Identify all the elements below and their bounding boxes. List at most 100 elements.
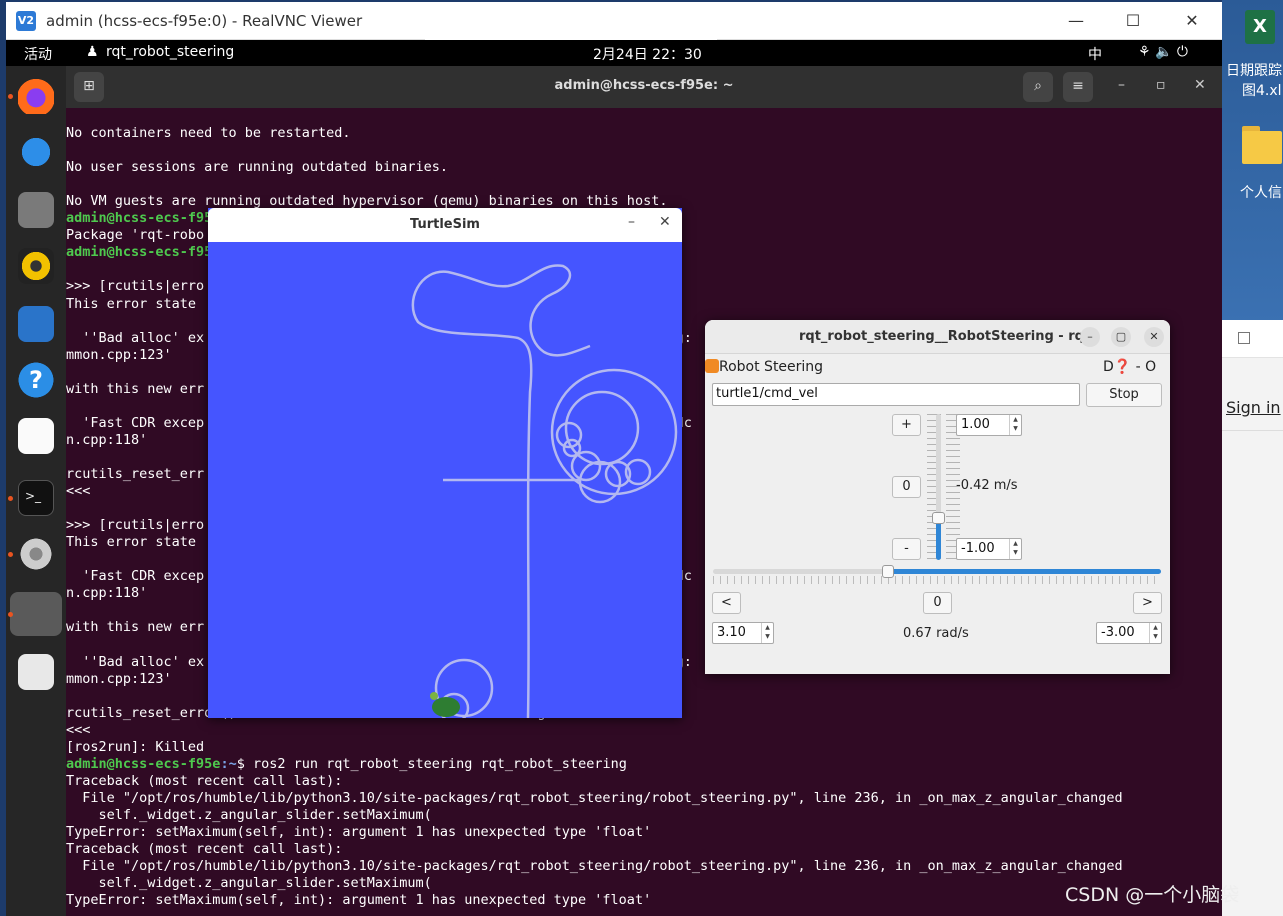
search-icon[interactable]: ⌕ (1023, 72, 1053, 102)
activities-button[interactable]: 活动 (24, 44, 52, 64)
maximize-button[interactable]: ▢ (1111, 327, 1131, 347)
plugin-icon (705, 359, 719, 373)
max-angular-value: 3.10 (717, 625, 746, 640)
background-window-titlebar (1222, 320, 1283, 358)
rqt-app-icon[interactable] (10, 592, 62, 636)
rhythmbox-icon[interactable] (18, 248, 54, 284)
folder-icon[interactable] (1242, 126, 1282, 164)
terminal-line: TypeError: setMaximum(self, int): argume… (66, 892, 652, 909)
minimize-button[interactable]: – (628, 214, 635, 230)
hamburger-menu-icon[interactable]: ≡ (1063, 72, 1093, 102)
linear-velocity-readout: -0.42 m/s (956, 478, 1018, 493)
terminal-line: File "/opt/ros/humble/lib/python3.10/sit… (66, 789, 1123, 806)
terminal-line: admin@hcss-ecs-f95e:~$ ros2 run rqt_robo… (66, 756, 1222, 773)
vnc-title: admin (hcss-ecs-f95e:0) - RealVNC Viewer (46, 12, 363, 30)
gnome-top-bar: 活动 ♟ rqt_robot_steering 2月24日 22：30 中 ⚘ … (6, 40, 1222, 66)
clock[interactable]: 2月24日 22：30 (593, 44, 702, 64)
terminal-line: self._widget.z_angular_slider.setMaximum… (66, 875, 432, 892)
excel-icon[interactable]: X (1245, 10, 1275, 44)
spin-arrows-icon[interactable]: ▲ ▼ (1009, 415, 1021, 435)
angular-slider[interactable] (713, 565, 1161, 578)
turtlesim-canvas (411, 264, 678, 718)
rqt-titlebar[interactable]: rqt_robot_steering__RobotSteering - rqt … (705, 320, 1170, 354)
text-editor-icon[interactable] (18, 418, 54, 454)
reset-linear-button[interactable]: 0 (892, 476, 921, 498)
maximize-icon[interactable] (1238, 332, 1250, 344)
terminal-line: Traceback (most recent call last): (66, 772, 343, 789)
dock: ? >_ (6, 66, 66, 916)
minimize-button[interactable]: – (1080, 327, 1100, 347)
linear-slider-handle[interactable] (932, 511, 945, 524)
plugin-label: Robot Steering (719, 359, 824, 375)
terminal-line: [ros2run]: Killed (66, 738, 205, 755)
linear-slider-fill (936, 517, 941, 560)
close-button[interactable]: ✕ (1144, 327, 1164, 347)
writer-icon[interactable] (18, 306, 54, 342)
firefox-icon[interactable] (18, 78, 54, 114)
app-menu[interactable]: rqt_robot_steering (106, 44, 234, 60)
maximize-button[interactable]: ☐ (1113, 10, 1153, 34)
terminal-line: File "/opt/ros/humble/lib/python3.10/sit… (66, 858, 1123, 875)
sign-in-link[interactable]: Sign in (1226, 398, 1281, 417)
system-tray-icons[interactable]: ⚘ 🔈 ⏻ (1138, 44, 1188, 60)
plugin-controls[interactable]: D❓ - O (1103, 359, 1156, 375)
spin-arrows-icon[interactable]: ▲ ▼ (1009, 539, 1021, 559)
min-linear-value: -1.00 (961, 541, 995, 556)
rqt-title: rqt_robot_steering__RobotSteering - rqt (799, 329, 1091, 344)
help-icon[interactable]: ? (18, 362, 54, 398)
stop-button[interactable]: Stop (1086, 383, 1162, 407)
rqt-window: rqt_robot_steering__RobotSteering - rqt … (705, 320, 1170, 674)
angular-slider-fill (887, 569, 1161, 574)
divider (1222, 430, 1283, 431)
angular-right-button[interactable]: > (1133, 592, 1162, 614)
angular-left-button[interactable]: < (712, 592, 741, 614)
close-button[interactable]: ✕ (1172, 10, 1212, 34)
prompt-path: :~ (220, 755, 237, 772)
folder-label: 个人信 (1240, 185, 1282, 201)
terminal-line: <<< (66, 721, 91, 738)
close-button[interactable]: ✕ (659, 214, 671, 230)
terminal-line: Traceback (most recent call last): (66, 841, 343, 858)
spin-arrows-icon[interactable]: ▲ ▼ (1149, 623, 1161, 643)
excel-label-1: 日期跟踪 (1226, 63, 1282, 79)
terminal-icon[interactable]: >_ (18, 480, 54, 516)
running-indicator (8, 552, 13, 557)
linear-slider[interactable] (932, 414, 945, 560)
terminal-line: self._widget.z_angular_slider.setMaximum… (66, 806, 432, 823)
min-angular-spinbox[interactable]: -3.00 ▲ ▼ (1096, 622, 1162, 644)
terminal-headerbar[interactable]: ⊞ admin@hcss-ecs-f95e: ~ ⌕ ≡ – ▫ ✕ (66, 66, 1222, 108)
settings-icon[interactable] (18, 536, 54, 572)
excel-label-2: 图4.xl (1242, 83, 1282, 99)
shell-command: $ ros2 run rqt_robot_steering rqt_robot_… (236, 755, 627, 772)
max-linear-spinbox[interactable]: 1.00 ▲ ▼ (956, 414, 1022, 436)
minimize-button[interactable]: — (1056, 10, 1096, 34)
trash-icon[interactable] (18, 654, 54, 690)
minimize-icon[interactable]: – (1118, 77, 1125, 93)
files-icon[interactable] (18, 192, 54, 228)
input-method-indicator[interactable]: 中 (1088, 44, 1102, 64)
close-icon[interactable]: ✕ (1194, 77, 1206, 93)
thunderbird-icon[interactable] (18, 134, 54, 170)
restore-icon[interactable]: ▫ (1156, 77, 1166, 93)
turtlesim-titlebar[interactable]: TurtleSim – ✕ (208, 208, 682, 242)
turtle-path (411, 264, 678, 718)
spin-arrows-icon[interactable]: ▲ ▼ (761, 623, 773, 643)
running-indicator (8, 496, 13, 501)
turtlesim-window: TurtleSim – ✕ (208, 208, 682, 718)
terminal-line: No containers need to be restarted. (66, 125, 351, 142)
reset-angular-button[interactable]: 0 (923, 592, 952, 614)
angular-slider-handle[interactable] (881, 565, 894, 578)
max-angular-spinbox[interactable]: 3.10 ▲ ▼ (712, 622, 774, 644)
terminal-line: No user sessions are running outdated bi… (66, 159, 449, 176)
turtlesim-title: TurtleSim (410, 217, 480, 232)
decrease-linear-button[interactable]: - (892, 538, 921, 560)
topic-input[interactable]: turtle1/cmd_vel (712, 383, 1080, 406)
min-linear-spinbox[interactable]: -1.00 ▲ ▼ (956, 538, 1022, 560)
min-angular-value: -3.00 (1101, 625, 1135, 640)
max-linear-value: 1.00 (961, 417, 990, 432)
increase-linear-button[interactable]: + (892, 414, 921, 436)
shell-prompt: admin@hcss-ecs-f95e (66, 755, 221, 772)
